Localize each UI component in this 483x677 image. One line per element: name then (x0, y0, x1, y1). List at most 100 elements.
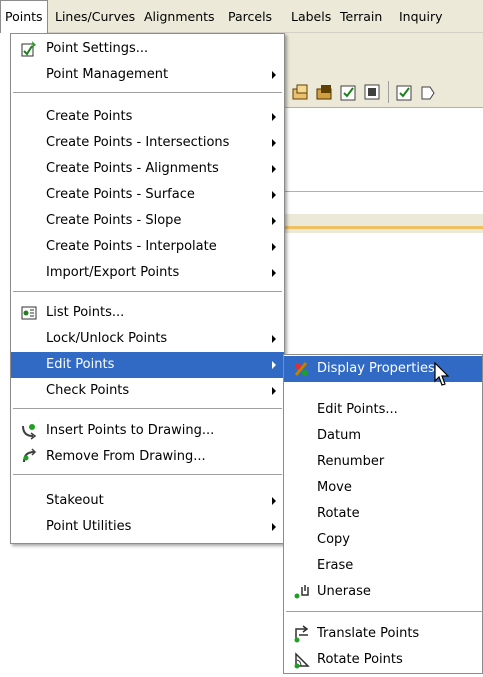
menu-item-create-points[interactable]: Create Points (11, 104, 284, 130)
translate-points-icon (294, 625, 309, 643)
submenu-item-display-properties[interactable]: Display Properties (284, 356, 482, 382)
toolbar-icons[interactable] (291, 79, 481, 105)
submenu-arrow-icon (272, 217, 276, 225)
submenu-item-label: Unerase (317, 584, 371, 599)
menu-labels[interactable]: Labels (291, 0, 331, 33)
submenu-item-label: Erase (317, 558, 354, 573)
menu-item-label: Stakeout (46, 493, 104, 508)
toolbar-icon-4 (364, 84, 380, 100)
menu-item-create-points-alignments[interactable]: Create Points - Alignments (11, 156, 284, 182)
submenu-item-unerase[interactable]: Unerase (284, 579, 482, 605)
submenu-item-label: Translate Points (317, 626, 420, 641)
menu-item-remove-from-drawing[interactable]: Remove From Drawing... (11, 444, 284, 470)
submenu-item-label: Edit Points... (317, 402, 398, 417)
display-properties-icon (294, 362, 308, 376)
menu-item-point-utilities[interactable]: Point Utilities (11, 514, 284, 540)
background-accent-line (285, 226, 483, 229)
submenu-arrow-icon (272, 165, 276, 173)
submenu-arrow-icon (272, 113, 276, 121)
menu-item-label: Point Utilities (46, 519, 132, 534)
menu-item-insert-points-to-drawing[interactable]: Insert Points to Drawing... (11, 418, 284, 444)
menu-points[interactable]: Points (0, 0, 48, 33)
background-panel-2 (285, 191, 483, 214)
submenu-item-erase[interactable]: Erase (284, 553, 482, 579)
menu-item-label: Lock/Unlock Points (46, 331, 168, 346)
submenu-arrow-icon (272, 71, 276, 79)
menu-lines-curves[interactable]: Lines/Curves (55, 0, 135, 33)
submenu-item-label: Copy (317, 532, 350, 547)
menu-separator (13, 92, 282, 93)
menu-item-label: Edit Points (46, 357, 115, 372)
menu-separator (13, 291, 282, 292)
menu-item-stakeout[interactable]: Stakeout (11, 488, 284, 514)
menu-item-label: Point Management (46, 67, 169, 82)
submenu-item-rotate[interactable]: Rotate (284, 501, 482, 527)
menu-item-create-points-intersections[interactable]: Create Points - Intersections (11, 130, 284, 156)
submenu-arrow-icon (272, 191, 276, 199)
submenu-arrow-icon (272, 269, 276, 277)
submenu-item-label: Rotate Points (317, 652, 403, 667)
submenu-arrow-icon (272, 139, 276, 147)
submenu-item-label: Rotate (317, 506, 360, 521)
menu-item-label: Create Points - Interpolate (46, 239, 217, 254)
rotate-points-icon (294, 652, 310, 669)
insert-points-icon (22, 424, 37, 440)
submenu-item-label: Move (317, 480, 352, 495)
submenu-item-copy[interactable]: Copy (284, 527, 482, 553)
submenu-item-edit-points[interactable]: Edit Points... (284, 397, 482, 423)
menu-item-check-points[interactable]: Check Points (11, 378, 284, 404)
menu-item-label: Create Points - Intersections (46, 135, 230, 150)
submenu-arrow-icon (272, 523, 276, 531)
menu-alignments[interactable]: Alignments (144, 0, 215, 33)
points-menu: Point Settings... Point Management Creat… (10, 33, 285, 544)
menu-item-point-settings[interactable]: Point Settings... (11, 36, 284, 62)
menu-item-label: List Points... (46, 305, 125, 320)
submenu-arrow-icon (272, 361, 276, 369)
menu-separator (13, 408, 282, 409)
submenu-arrow-icon (272, 387, 276, 395)
menu-item-label: Create Points - Surface (46, 187, 195, 202)
menu-item-label: Create Points - Alignments (46, 161, 219, 176)
toolbar-icon-1 (292, 84, 308, 100)
mouse-cursor-icon (434, 362, 450, 386)
submenu-item-move[interactable]: Move (284, 475, 482, 501)
menu-item-edit-points[interactable]: Edit Points (11, 352, 284, 378)
menu-bar: Points Lines/Curves Alignments Parcels L… (0, 0, 483, 33)
menu-item-list-points[interactable]: List Points... (11, 300, 284, 326)
point-settings-icon (21, 41, 36, 57)
submenu-item-renumber[interactable]: Renumber (284, 449, 482, 475)
toolbar-icon-6 (421, 86, 435, 100)
menu-parcels[interactable]: Parcels (228, 0, 272, 33)
menu-item-create-points-surface[interactable]: Create Points - Surface (11, 182, 284, 208)
background-panel (285, 107, 483, 192)
toolbar-icon-5 (396, 85, 412, 101)
remove-from-drawing-icon (23, 448, 37, 463)
menu-item-lock-unlock-points[interactable]: Lock/Unlock Points (11, 326, 284, 352)
menu-item-label: Insert Points to Drawing... (46, 423, 215, 438)
menu-item-label: Create Points - Slope (46, 213, 182, 228)
menu-inquiry[interactable]: Inquiry (399, 0, 442, 33)
menu-terrain[interactable]: Terrain (340, 0, 382, 33)
menu-item-label: Create Points (46, 109, 133, 124)
menu-item-create-points-interpolate[interactable]: Create Points - Interpolate (11, 234, 284, 260)
menu-item-create-points-slope[interactable]: Create Points - Slope (11, 208, 284, 234)
submenu-item-label: Renumber (317, 454, 385, 469)
menu-item-label: Remove From Drawing... (46, 449, 206, 464)
submenu-item-label: Datum (317, 428, 361, 443)
unerase-icon (294, 585, 309, 599)
submenu-arrow-icon (272, 243, 276, 251)
submenu-arrow-icon (272, 497, 276, 505)
list-points-icon (21, 306, 37, 320)
submenu-item-label: Display Properties (317, 361, 435, 376)
menu-item-label: Check Points (46, 383, 130, 398)
submenu-item-rotate-points[interactable]: Rotate Points (284, 647, 482, 673)
menu-item-label: Point Settings... (46, 41, 149, 56)
toolbar-icon-3 (340, 85, 356, 101)
menu-separator (286, 611, 482, 612)
edit-points-submenu: Display Properties Edit Points... Datum … (283, 354, 483, 674)
menu-item-point-management[interactable]: Point Management (11, 62, 284, 88)
submenu-item-translate-points[interactable]: Translate Points (284, 621, 482, 647)
menu-item-import-export-points[interactable]: Import/Export Points (11, 260, 284, 286)
submenu-item-datum[interactable]: Datum (284, 423, 482, 449)
toolbar-icon-2 (316, 85, 332, 100)
